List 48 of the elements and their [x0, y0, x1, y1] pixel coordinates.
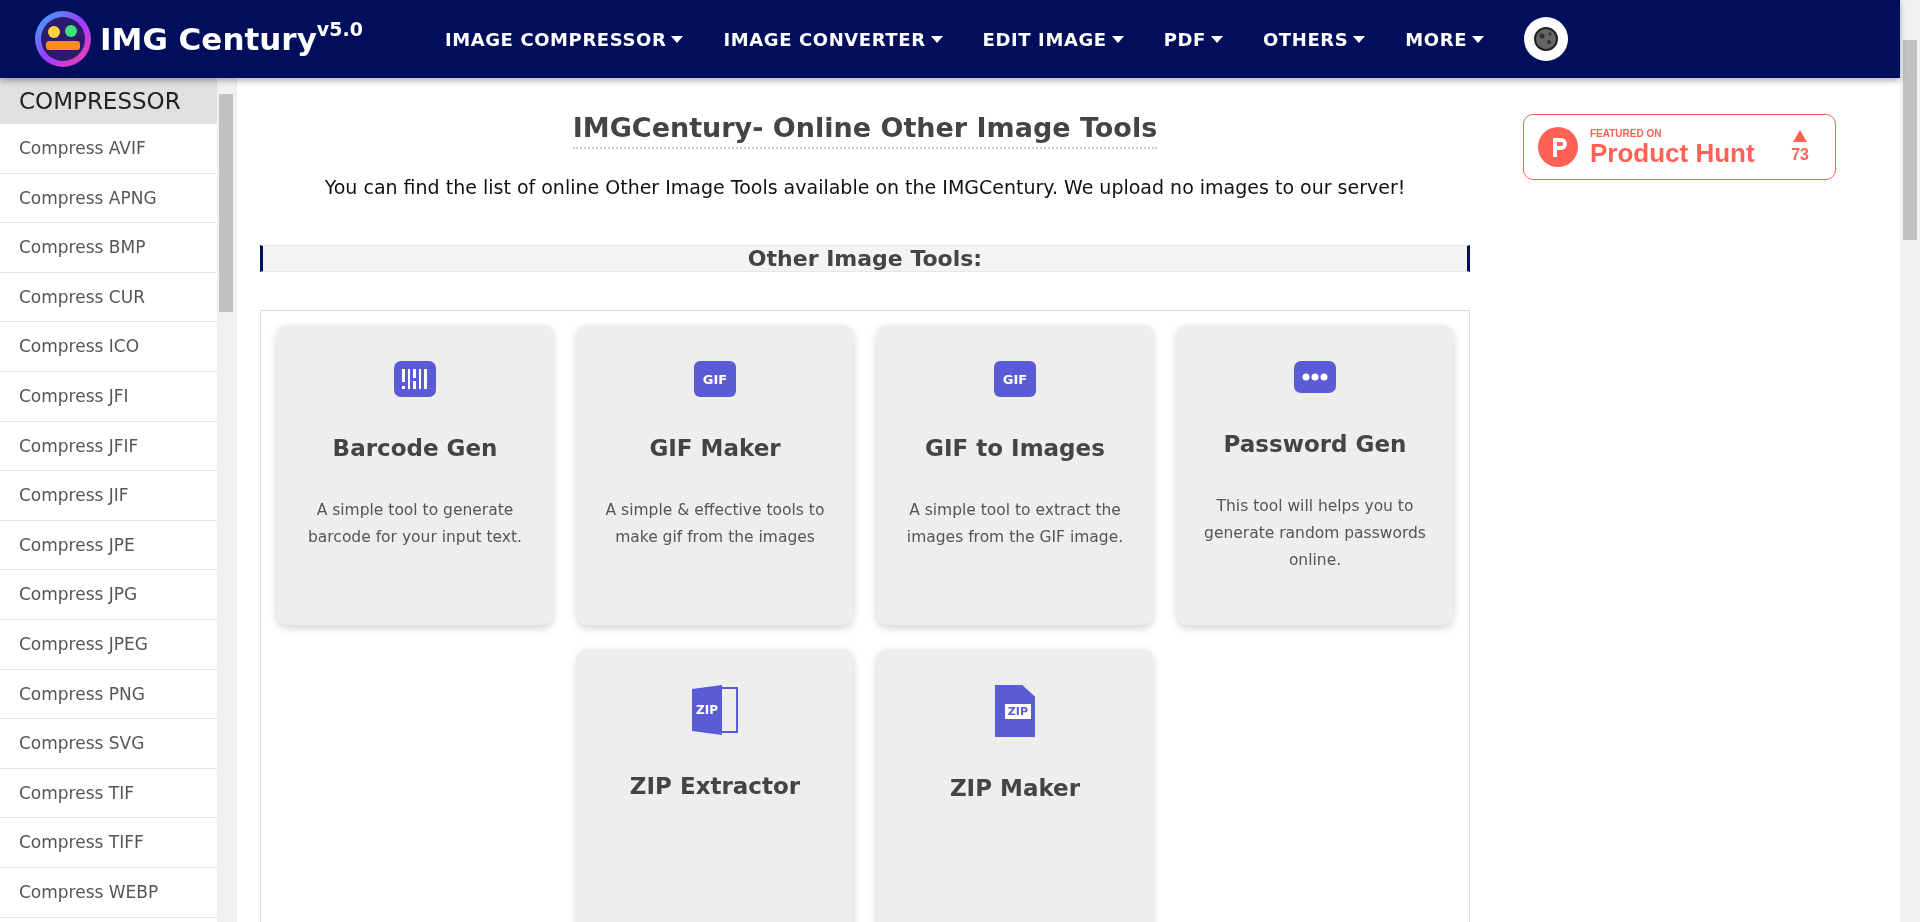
- nav-menu-item[interactable]: IMAGE COMPRESSOR: [444, 28, 684, 50]
- tool-card[interactable]: Password Gen This tool will helps you to generate random passwords online.: [1177, 325, 1453, 625]
- moon-icon[interactable]: [1524, 17, 1569, 61]
- tool-description: A simple & effective tools to make gif from the images: [604, 500, 826, 548]
- nav-menu-item[interactable]: MORE: [1405, 28, 1485, 50]
- brand-name[interactable]: IMG Century: [100, 21, 317, 57]
- letter-p-icon: [1538, 127, 1578, 167]
- caret-icon: [1111, 35, 1124, 43]
- caret-icon: [1353, 35, 1366, 43]
- nav-menu-item[interactable]: OTHERS: [1262, 28, 1366, 50]
- page-title: IMGCentury- Online Other Image Tools: [572, 112, 1158, 149]
- caret-icon: [671, 35, 684, 43]
- gif-file-icon: GIF: [694, 361, 736, 397]
- tool-card[interactable]: GIF GIF Maker A simple & effective tools to make gif from the images: [577, 325, 853, 625]
- badge-caption: FEATURED ON: [1590, 127, 1663, 139]
- zip-file-icon: ZIP: [995, 685, 1035, 737]
- password-icon: [1294, 361, 1336, 393]
- caret-icon: [1472, 35, 1485, 43]
- tool-title: ZIP Maker: [949, 775, 1081, 801]
- barcode-icon: [394, 361, 436, 397]
- nav-menu-item[interactable]: EDIT IMAGE: [982, 28, 1124, 50]
- tool-card[interactable]: ZIP ZIP Extractor: [577, 649, 853, 922]
- sidebar-heading: COMPRESSOR: [0, 78, 217, 124]
- nav-menu-item[interactable]: IMAGE CONVERTER: [723, 28, 943, 50]
- page-scrollbar[interactable]: [1900, 0, 1920, 922]
- sidebar-scrollbar[interactable]: [217, 78, 235, 922]
- tool-card[interactable]: Barcode Gen A simple tool to generate barcode for your input text.: [277, 325, 553, 625]
- upvote-icon: [1793, 130, 1808, 142]
- caret-icon: [930, 35, 943, 43]
- tool-title: Password Gen: [1223, 431, 1407, 457]
- tool-card[interactable]: ZIP ZIP Maker: [877, 649, 1153, 922]
- tool-card[interactable]: GIF GIF to Images A simple tool to extract the images from the GIF image.: [877, 325, 1153, 625]
- vote-count: 73: [1791, 146, 1809, 164]
- tool-description: A simple tool to extract the images from the GIF image.: [905, 500, 1125, 548]
- version-label: v5.0: [316, 18, 363, 40]
- caret-icon: [1210, 35, 1223, 43]
- intro-text: You can find the list of online Other Image Tools available on the IMGCentury. We upload no images to our server!: [323, 175, 1407, 200]
- gif-file-icon: GIF: [994, 361, 1036, 397]
- logo-icon[interactable]: [34, 10, 92, 68]
- nav-menu-item[interactable]: PDF: [1163, 28, 1223, 50]
- tool-description: A simple tool to generate barcode for your input text.: [307, 500, 523, 548]
- tool-title: GIF Maker: [649, 435, 781, 461]
- tool-title: GIF to Images: [925, 435, 1105, 461]
- section-heading: Other Image Tools:: [260, 245, 1470, 272]
- tool-title: Barcode Gen: [332, 435, 498, 461]
- tool-description: This tool will helps you to generate random passwords online.: [1203, 496, 1427, 571]
- badge-name: Product Hunt: [1590, 138, 1756, 167]
- tool-title: ZIP Extractor: [629, 773, 801, 799]
